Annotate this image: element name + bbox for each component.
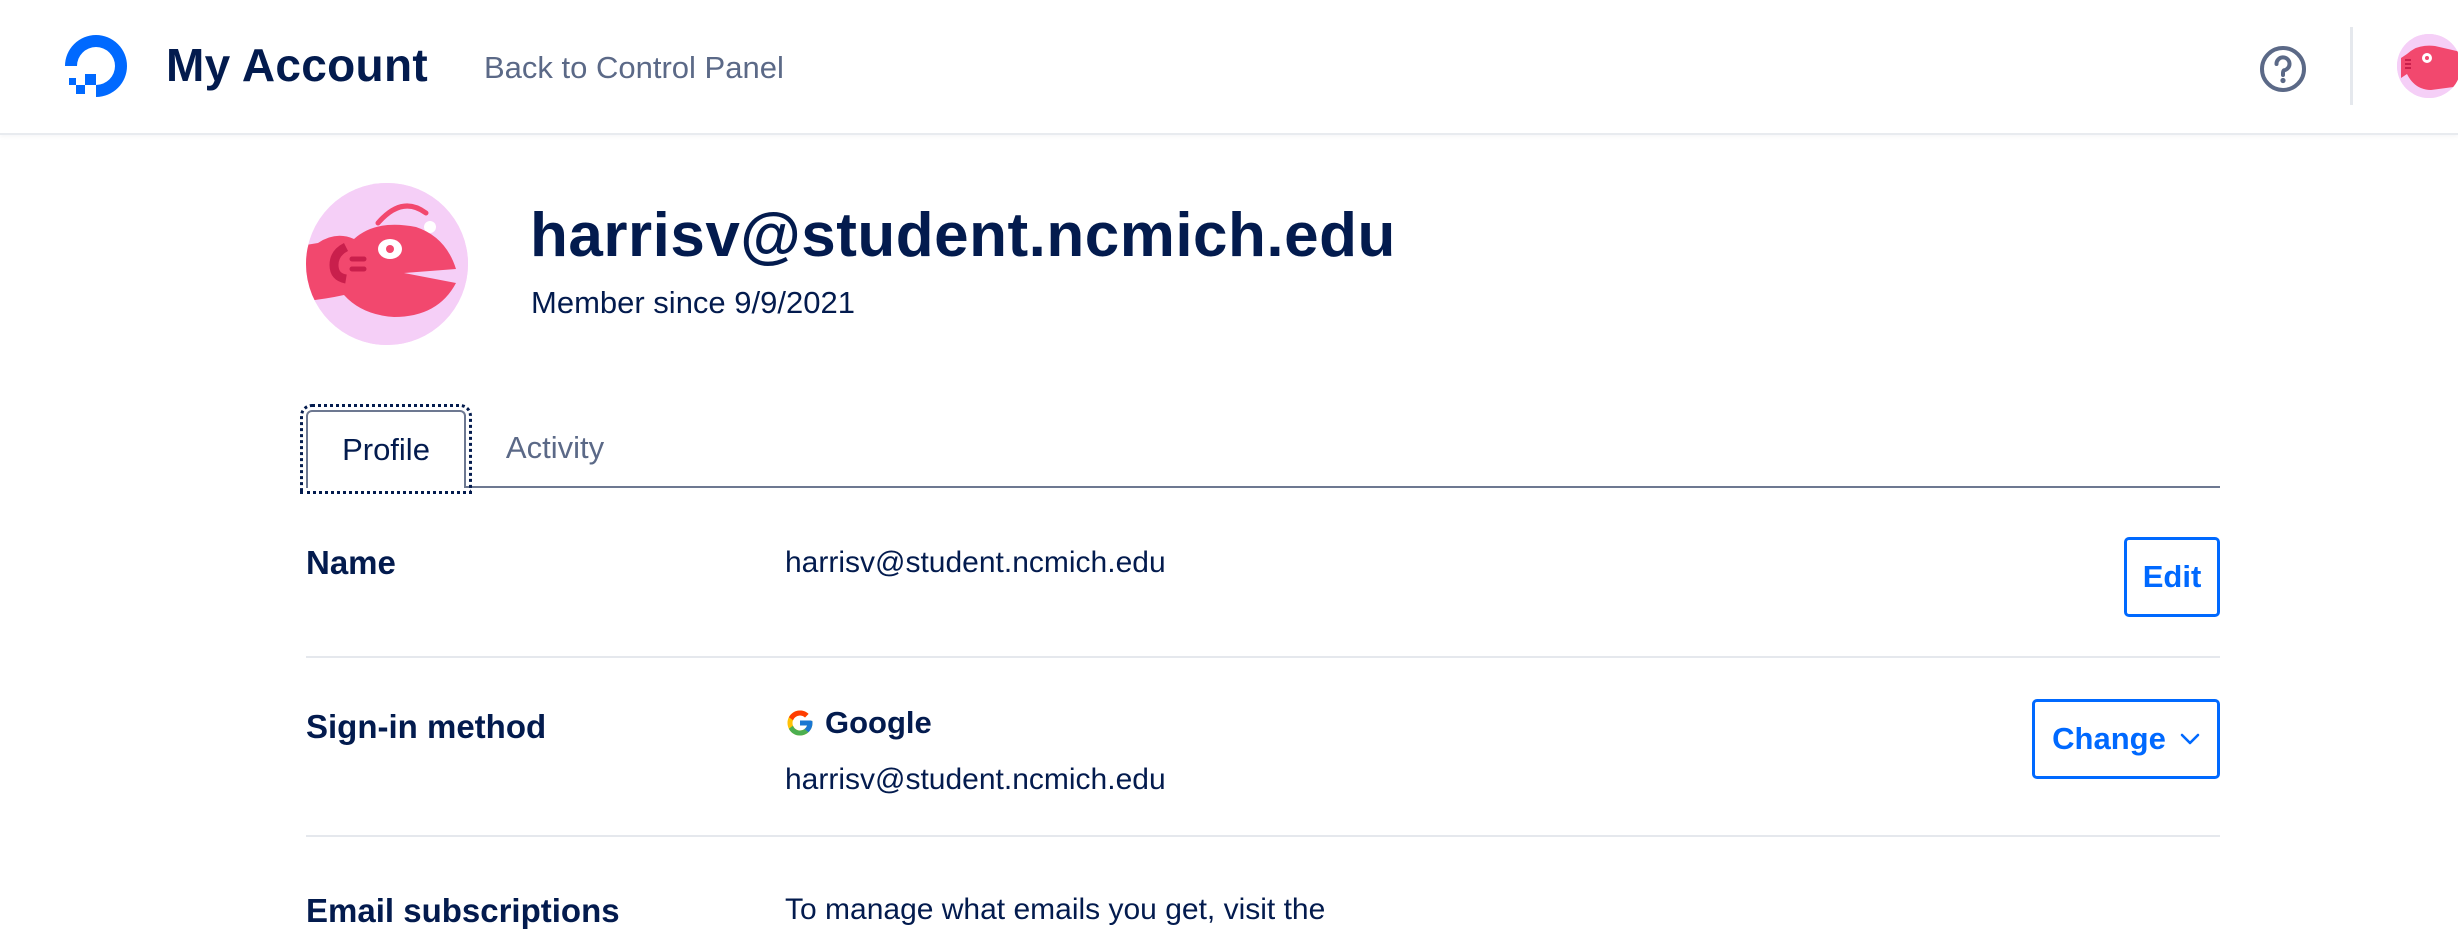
tabs-underline bbox=[306, 486, 2220, 488]
help-icon[interactable] bbox=[2258, 44, 2308, 94]
anglerfish-avatar-icon bbox=[306, 183, 468, 345]
header-avatar[interactable] bbox=[2397, 34, 2458, 98]
email-subscriptions-text: To manage what emails you get, visit the bbox=[785, 893, 1326, 926]
google-provider-label: Google bbox=[825, 705, 932, 740]
edit-name-button[interactable]: Edit bbox=[2124, 537, 2220, 617]
signin-provider: Google bbox=[785, 705, 932, 741]
signin-email-value: harrisv@student.ncmich.edu bbox=[785, 763, 1166, 796]
app-title: My Account bbox=[166, 39, 428, 91]
back-to-control-panel-link[interactable]: Back to Control Panel bbox=[484, 50, 784, 86]
email-subscriptions-label: Email subscriptions bbox=[306, 892, 620, 929]
header-divider bbox=[2350, 27, 2353, 105]
chevron-down-icon bbox=[2180, 733, 2200, 745]
member-since-text: Member since 9/9/2021 bbox=[531, 285, 855, 320]
google-icon bbox=[787, 710, 813, 736]
profile-email-heading: harrisv@student.ncmich.edu bbox=[530, 201, 1396, 270]
change-button-label: Change bbox=[2052, 721, 2166, 756]
anglerfish-avatar-icon bbox=[2397, 34, 2458, 98]
row-divider bbox=[306, 835, 2220, 837]
signin-method-label: Sign-in method bbox=[306, 708, 547, 745]
tab-profile[interactable]: Profile bbox=[300, 404, 472, 494]
name-value: harrisv@student.ncmich.edu bbox=[785, 546, 1166, 579]
profile-avatar[interactable] bbox=[306, 183, 468, 345]
top-header: My Account Back to Control Panel bbox=[0, 0, 2458, 135]
tab-activity[interactable]: Activity bbox=[480, 410, 630, 486]
change-signin-button[interactable]: Change bbox=[2032, 699, 2220, 779]
name-label: Name bbox=[306, 544, 396, 581]
digitalocean-logo-icon[interactable] bbox=[57, 27, 135, 105]
row-divider bbox=[306, 656, 2220, 658]
